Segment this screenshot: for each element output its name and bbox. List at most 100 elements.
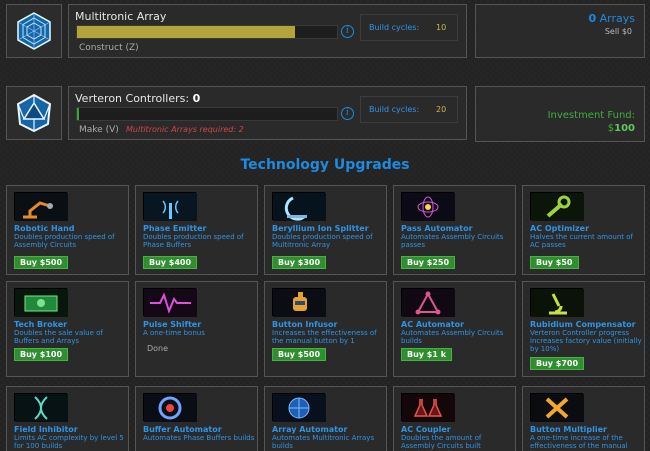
upgrade-title: Array Automator — [272, 425, 348, 434]
pulse-wave-icon — [143, 288, 197, 317]
upgrade-description: A one-time increase of the effectiveness… — [530, 434, 628, 451]
build-cycles-label: Build cycles: — [369, 23, 420, 32]
multitronic-array-progress-bar — [76, 25, 338, 39]
upgrade-title: AC Automator — [401, 320, 465, 329]
upgrade-card: AC Optimizer Halves the current amount of… — [522, 185, 645, 275]
upgrade-description: Halves the current amount of AC passes — [530, 233, 633, 249]
atom-icon — [401, 192, 455, 221]
upgrade-buy-button[interactable]: Buy $700 — [530, 357, 585, 370]
upgrade-buy-button[interactable]: Buy $500 — [272, 348, 327, 361]
investment-fund-value: $100 — [607, 123, 635, 134]
upgrade-description: Doubles production speed of Assembly Cir… — [14, 233, 115, 249]
upgrade-description: Increases the effectiveness of the manua… — [272, 329, 377, 345]
cross-arrows-icon — [530, 393, 584, 422]
investment-fund-label: Investment Fund: — [547, 110, 635, 121]
upgrade-card: Button Infusor Increases the effectivenes… — [264, 281, 387, 377]
build-cycles-value: 10 — [436, 23, 447, 32]
globe-gear-icon — [272, 393, 326, 422]
upgrade-title: Button Multiplier — [530, 425, 607, 434]
progress-fill — [77, 26, 296, 38]
upgrade-title: Tech Broker — [14, 320, 68, 329]
arrays-panel: 0 Arrays Sell $0 — [475, 4, 645, 58]
upgrade-description: Automates Assembly Circuits builds — [401, 329, 504, 345]
upgrade-description: Doubles the amount of Assembly Circuits … — [401, 434, 482, 451]
robotic-arm-icon — [14, 192, 68, 221]
upgrade-buy-button[interactable]: Buy $50 — [530, 256, 579, 269]
investment-fund-panel: Investment Fund: $100 — [475, 86, 645, 142]
upgrade-description: Doubles the sale value of Buffers and Ar… — [14, 329, 103, 345]
upgrade-title: Phase Emitter — [143, 224, 207, 233]
antenna-icon — [143, 192, 197, 221]
upgrade-buy-button[interactable]: Buy $300 — [272, 256, 327, 269]
pointing-hand-icon — [272, 288, 326, 317]
upgrade-title: Buffer Automator — [143, 425, 222, 434]
upgrade-title: Robotic Hand — [14, 224, 75, 233]
multitronic-array-icon — [6, 4, 62, 58]
verteron-controller-icon — [6, 86, 62, 140]
upgrade-description: Automates Assembly Circuits passes — [401, 233, 504, 249]
verteron-controllers-panel: Verteron Controllers: 0 i Make (V) Multi… — [68, 86, 467, 140]
upgrade-title: Beryllium Ion Splitter — [272, 224, 369, 233]
banknote-icon — [14, 288, 68, 317]
arrays-count: 0 — [588, 12, 597, 25]
upgrade-buy-button[interactable]: Buy $1 k — [401, 348, 453, 361]
upgrade-card: Robotic Hand Doubles production speed of … — [6, 185, 129, 275]
upgrade-buy-button[interactable]: Buy $500 — [14, 256, 69, 269]
verteron-controllers-progress-bar — [76, 107, 338, 121]
wrench-icon — [530, 192, 584, 221]
build-cycles-box: Build cycles: 10 — [360, 14, 458, 41]
upgrade-description: Automates Phase Buffers builds — [143, 434, 255, 442]
build-cycles-value: 20 — [436, 105, 447, 114]
dna-helix-icon — [14, 393, 68, 422]
upgrade-buy-button[interactable]: Buy $400 — [143, 256, 198, 269]
multitronic-array-panel: Multitronic Array i Construct (Z) Build … — [68, 4, 467, 58]
upgrade-card: Buffer Automator Automates Phase Buffers … — [135, 386, 258, 451]
upgrade-card: Array Automator Automates Multitronic Arr… — [264, 386, 387, 451]
progress-start-marker — [77, 108, 79, 120]
make-button[interactable]: Make (V) — [79, 125, 119, 135]
upgrade-title: Rubidium Compensator — [530, 320, 636, 329]
upgrade-title: Button Infusor — [272, 320, 338, 329]
upgrade-card: Tech Broker Doubles the sale value of Buf… — [6, 281, 129, 377]
verteron-controllers-count: 0 — [192, 92, 201, 105]
arrays-label: Arrays — [599, 12, 635, 25]
upgrade-description: Doubles production speed of Multitronic … — [272, 233, 373, 249]
build-cycles-box: Build cycles: 20 — [360, 96, 458, 123]
upgrade-description: A one-time bonus — [143, 329, 205, 337]
upgrade-card: AC Automator Automates Assembly Circuits … — [393, 281, 516, 377]
upgrade-card: AC Coupler Doubles the amount of Assembly… — [393, 386, 516, 451]
upgrade-title: Field Inhibitor — [14, 425, 78, 434]
upgrade-card: Beryllium Ion Splitter Doubles production… — [264, 185, 387, 275]
upgrade-description: Limits AC complexity by level 5 for 100 … — [14, 434, 124, 450]
construct-button[interactable]: Construct (Z) — [79, 43, 139, 53]
upgrade-card: Button Multiplier A one-time increase of … — [522, 386, 645, 451]
upgrade-description: Doubles production speed of Phase Buffer… — [143, 233, 244, 249]
requirement-text: Multitronic Arrays required: 2 — [126, 125, 244, 134]
crescent-splitter-icon — [272, 192, 326, 221]
upgrade-buy-button[interactable]: Buy $250 — [401, 256, 456, 269]
upgrade-card: Phase Emitter Doubles production speed of… — [135, 185, 258, 275]
arrays-count-line: 0 Arrays — [588, 12, 635, 25]
upgrade-title: Pulse Shifter — [143, 320, 202, 329]
ring-device-icon — [143, 393, 197, 422]
upgrade-title: AC Coupler — [401, 425, 451, 434]
microscope-icon — [530, 288, 584, 317]
upgrade-buy-button[interactable]: Buy $100 — [14, 348, 69, 361]
section-title: Technology Upgrades — [240, 157, 410, 173]
upgrade-card: Field Inhibitor Limits AC complexity by l… — [6, 386, 129, 451]
upgrade-description: Automates Multitronic Arrays builds — [272, 434, 375, 450]
upgrade-description: Verteron Controller progress increases f… — [530, 329, 642, 353]
upgrade-card: Pulse Shifter A one-time bonus Done — [135, 281, 258, 377]
triangle-nodes-icon — [401, 288, 455, 317]
upgrade-done-label: Done — [147, 344, 169, 353]
flask-pair-icon — [401, 393, 455, 422]
upgrade-card: Pass Automator Automates Assembly Circuit… — [393, 185, 516, 275]
verteron-controllers-title: Verteron Controllers: 0 — [75, 92, 201, 105]
multitronic-array-title: Multitronic Array — [75, 10, 167, 23]
upgrade-card: Rubidium Compensator Verteron Controller … — [522, 281, 645, 377]
info-icon[interactable]: i — [341, 107, 354, 120]
upgrade-title: AC Optimizer — [530, 224, 590, 233]
upgrade-title: Pass Automator — [401, 224, 473, 233]
info-icon[interactable]: i — [341, 25, 354, 38]
sell-button[interactable]: Sell $0 — [605, 27, 632, 36]
